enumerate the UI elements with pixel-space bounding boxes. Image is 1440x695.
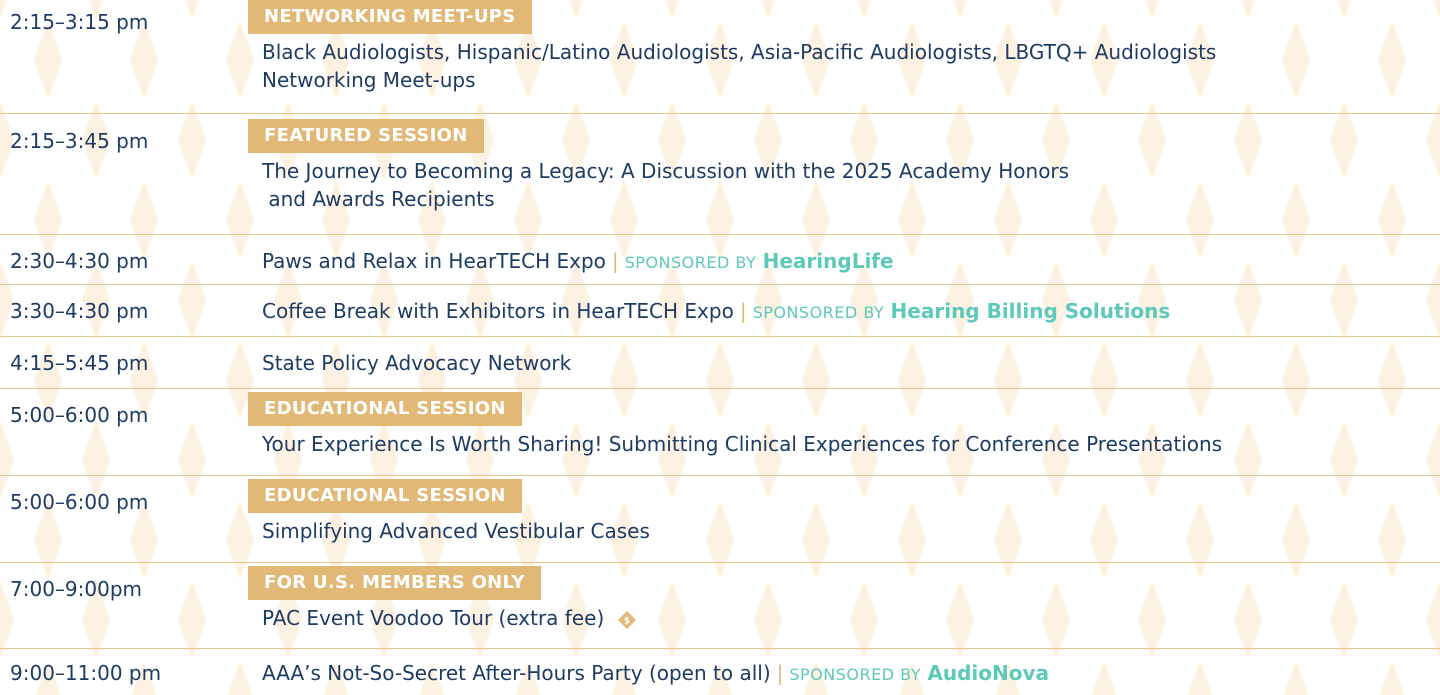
- session-title-line: Black Audiologists, Hispanic/Latino Audi…: [262, 40, 1217, 64]
- session-title: PAC Event Voodoo Tour (extra fee): [262, 606, 605, 630]
- session-content: EDUCATIONAL SESSION Simplifying Advanced…: [248, 479, 1430, 545]
- schedule-table: 2:15–3:15 pm NETWORKING MEET-UPS Black A…: [0, 0, 1440, 694]
- session-content: Coffee Break with Exhibitors in HearTECH…: [262, 297, 1430, 327]
- sponsor-name: Hearing Billing Solutions: [890, 299, 1171, 323]
- separator: |: [739, 299, 747, 323]
- sponsor-name: HearingLife: [762, 249, 894, 273]
- session-type-badge: NETWORKING MEET-UPS: [248, 0, 532, 34]
- session-title: Paws and Relax in HearTECH Expo: [262, 249, 606, 273]
- session-content: AAA’s Not-So-Secret After-Hours Party (o…: [262, 659, 1430, 689]
- session-content: FOR U.S. MEMBERS ONLY PAC Event Voodoo T…: [248, 566, 1430, 632]
- session-content: EDUCATIONAL SESSION Your Experience Is W…: [248, 392, 1430, 458]
- sponsored-by-label: SPONSORED BY: [624, 253, 757, 272]
- table-row: 5:00–6:00 pm EDUCATIONAL SESSION Your Ex…: [0, 389, 1440, 476]
- table-row: 5:00–6:00 pm EDUCATIONAL SESSION Simplif…: [0, 476, 1440, 563]
- session-title: Coffee Break with Exhibitors in HearTECH…: [262, 299, 734, 323]
- session-type-badge: EDUCATIONAL SESSION: [248, 479, 522, 513]
- table-row: 7:00–9:00pm FOR U.S. MEMBERS ONLY PAC Ev…: [0, 563, 1440, 649]
- session-title: AAA’s Not-So-Secret After-Hours Party (o…: [262, 661, 771, 685]
- session-title-line: and Awards Recipients: [262, 187, 495, 211]
- table-row: 3:30–4:30 pm Coffee Break with Exhibitor…: [0, 285, 1440, 337]
- sponsored-by-label: SPONSORED BY: [752, 303, 885, 322]
- session-type-badge: FEATURED SESSION: [248, 119, 484, 153]
- session-type-badge: FOR U.S. MEMBERS ONLY: [248, 566, 541, 600]
- session-time: 5:00–6:00 pm: [10, 403, 149, 427]
- dollar-diamond-icon: $: [617, 610, 636, 629]
- sponsored-by-label: SPONSORED BY: [789, 665, 921, 684]
- session-title-line: Your Experience Is Worth Sharing! Submit…: [262, 432, 1223, 456]
- session-time: 2:15–3:45 pm: [10, 129, 149, 153]
- session-content: FEATURED SESSION The Journey to Becoming…: [248, 119, 1430, 213]
- table-row: 9:00–11:00 pm AAA’s Not-So-Secret After-…: [0, 649, 1440, 694]
- table-row: 2:15–3:15 pm NETWORKING MEET-UPS Black A…: [0, 0, 1440, 114]
- session-title-line: The Journey to Becoming a Legacy: A Disc…: [262, 159, 1070, 183]
- session-time: 9:00–11:00 pm: [10, 661, 162, 685]
- session-time: 2:30–4:30 pm: [10, 249, 149, 273]
- session-title-line: Networking Meet-ups: [262, 68, 476, 92]
- session-time: 7:00–9:00pm: [10, 577, 143, 601]
- dollar-symbol: $: [623, 616, 629, 626]
- table-row: 4:15–5:45 pm State Policy Advocacy Netwo…: [0, 337, 1440, 389]
- separator: |: [776, 661, 784, 685]
- session-content: NETWORKING MEET-UPS Black Audiologists, …: [248, 0, 1430, 94]
- separator: |: [611, 249, 619, 273]
- session-content: Paws and Relax in HearTECH Expo | SPONSORE…: [262, 247, 1430, 277]
- table-row: 2:15–3:45 pm FEATURED SESSION The Journe…: [0, 114, 1440, 235]
- session-type-badge: EDUCATIONAL SESSION: [248, 392, 522, 426]
- session-time: 4:15–5:45 pm: [10, 351, 149, 375]
- session-time: 3:30–4:30 pm: [10, 299, 149, 323]
- session-title-line: PAC Event Voodoo Tour (extra fee) $: [262, 604, 1430, 632]
- session-time: 5:00–6:00 pm: [10, 490, 149, 514]
- sponsor-name: AudioNova: [927, 661, 1049, 685]
- session-title-line: Simplifying Advanced Vestibular Cases: [262, 519, 650, 543]
- table-row: 2:30–4:30 pm Paws and Relax in HearTECH …: [0, 235, 1440, 285]
- session-time: 2:15–3:15 pm: [10, 10, 149, 34]
- session-content: State Policy Advocacy Network: [262, 349, 1430, 377]
- session-title: State Policy Advocacy Network: [262, 351, 572, 375]
